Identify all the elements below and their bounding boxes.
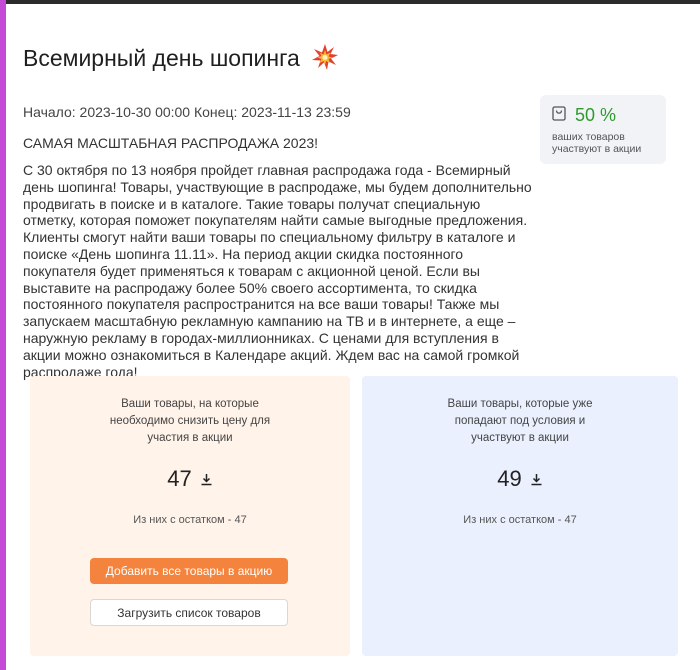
participation-percent: 50 % bbox=[575, 105, 617, 125]
add-all-products-button[interactable]: Добавить все товары в акцию bbox=[90, 558, 288, 584]
participation-caption: ваших товаров участвуют в акции bbox=[552, 131, 642, 155]
top-bar bbox=[0, 0, 700, 4]
eligible-title: Ваши товары, которые уже попадают под ус… bbox=[447, 398, 593, 444]
need-discount-card: Ваши товары, на которые необходимо снизи… bbox=[30, 376, 350, 656]
eligible-products-card: Ваши товары, которые уже попадают под ус… bbox=[362, 376, 678, 656]
need-discount-count-row[interactable]: 47 bbox=[30, 466, 350, 492]
promotion-headline: САМАЯ МАСШТАБНАЯ РАСПРОДАЖА 2023! bbox=[23, 135, 319, 151]
page-title: Всемирный день шопинга bbox=[23, 44, 339, 76]
promotion-dates: Начало: 2023-10-30 00:00 Конец: 2023-11-… bbox=[23, 104, 351, 120]
need-discount-count: 47 bbox=[167, 466, 192, 491]
eligible-stock: Из них с остатком - 47 bbox=[463, 514, 577, 526]
upload-products-list-button[interactable]: Загрузить список товаров bbox=[90, 599, 288, 626]
explosion-icon bbox=[312, 44, 339, 76]
need-discount-title: Ваши товары, на которые необходимо снизи… bbox=[109, 398, 271, 444]
need-discount-stock: Из них с остатком - 47 bbox=[133, 514, 247, 526]
participation-stat-card: 50 % ваших товаров участвуют в акции bbox=[540, 95, 666, 164]
eligible-count-row[interactable]: 49 bbox=[362, 466, 678, 492]
promotion-description: С 30 октября по 13 ноября пройдет главна… bbox=[23, 162, 532, 380]
left-accent-bar bbox=[0, 0, 6, 670]
eligible-count: 49 bbox=[497, 466, 522, 491]
page-title-text: Всемирный день шопинга bbox=[23, 45, 300, 71]
download-icon[interactable] bbox=[200, 466, 213, 492]
shopping-bag-icon bbox=[552, 105, 566, 126]
download-icon[interactable] bbox=[530, 466, 543, 492]
